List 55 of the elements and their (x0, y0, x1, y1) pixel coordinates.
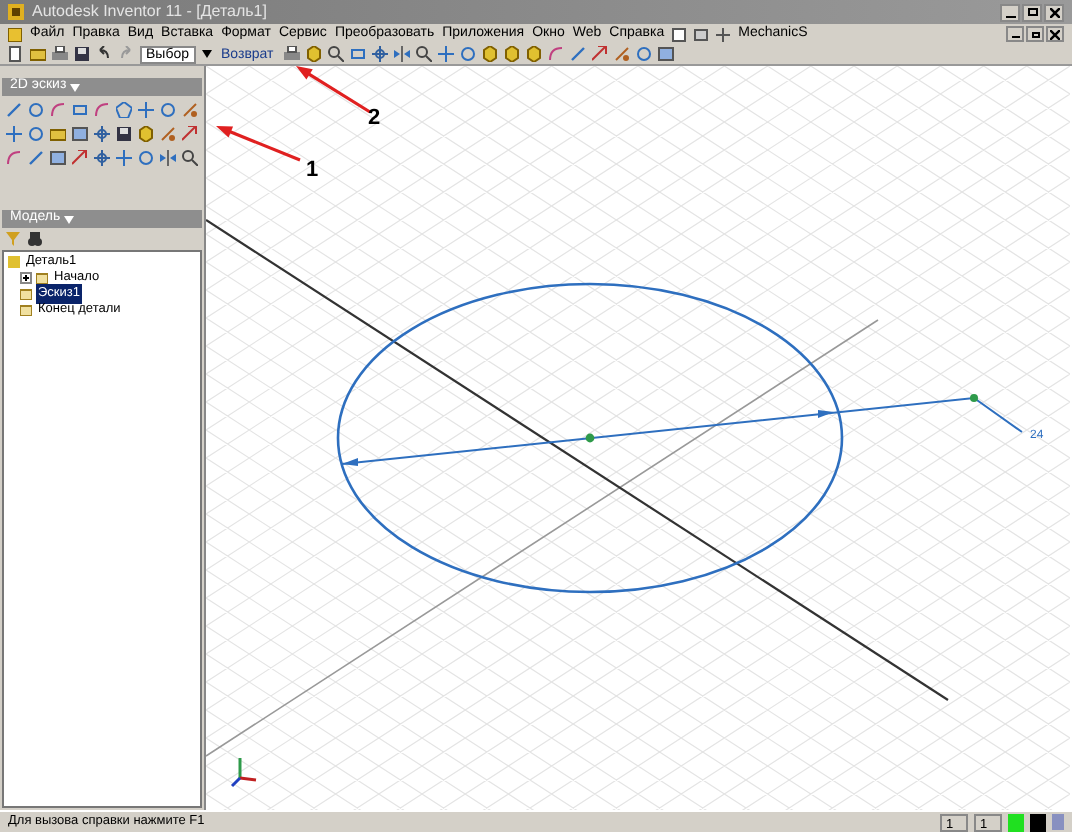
caret-icon[interactable] (201, 50, 211, 58)
endpoint-marker (970, 394, 978, 402)
window-title: Autodesk Inventor 11 - [Деталь1] (32, 0, 267, 24)
circle-icon[interactable] (28, 102, 44, 118)
zoom-icon[interactable] (327, 46, 344, 62)
arc-icon[interactable] (94, 102, 110, 118)
line-icon[interactable] (569, 46, 586, 62)
save-icon[interactable] (74, 46, 90, 62)
arc-icon[interactable] (50, 102, 66, 118)
rectangle-icon[interactable] (349, 46, 366, 62)
rectangle-icon[interactable] (72, 102, 88, 118)
minimize-button[interactable] (1000, 3, 1020, 21)
center-point (585, 433, 595, 443)
line-icon[interactable] (28, 150, 44, 166)
mirror-icon[interactable] (393, 46, 410, 62)
annotation-arrow (296, 66, 371, 114)
printer-icon[interactable] (283, 46, 300, 62)
app-icon (8, 4, 24, 20)
binoculars-icon[interactable] (28, 232, 42, 246)
undo-icon[interactable] (96, 46, 112, 62)
arc-icon[interactable] (6, 150, 22, 166)
annotation-arrow (216, 126, 301, 162)
new-page-icon[interactable] (8, 46, 24, 62)
zoom-icon[interactable] (182, 150, 198, 166)
expand-icon[interactable] (20, 272, 32, 284)
point-icon[interactable] (116, 150, 132, 166)
circle-icon[interactable] (138, 150, 154, 166)
printer-icon[interactable] (52, 46, 68, 62)
coordinate-triad-icon (230, 758, 257, 788)
restore-button[interactable] (1026, 26, 1044, 42)
circle-icon[interactable] (28, 126, 44, 142)
line-icon[interactable] (6, 102, 22, 118)
mirror-icon[interactable] (160, 150, 176, 166)
color-swatch (1030, 813, 1046, 831)
close-button[interactable] (1044, 3, 1064, 21)
maximize-button[interactable] (1022, 3, 1042, 21)
circle-icon[interactable] (160, 102, 176, 118)
annotation-number: 2 (368, 106, 381, 130)
color-swatch (1008, 813, 1024, 831)
close-button[interactable] (1046, 26, 1064, 42)
arc-icon[interactable] (547, 46, 564, 62)
point-icon[interactable] (437, 46, 454, 62)
plus-icon[interactable] (716, 27, 731, 41)
point-icon[interactable] (138, 102, 154, 118)
folder-icon[interactable] (50, 126, 66, 142)
circle-icon[interactable] (635, 46, 652, 62)
point-icon[interactable] (6, 126, 22, 142)
close-icon (1050, 29, 1060, 39)
circle-icon[interactable] (459, 46, 476, 62)
polygon-icon[interactable] (116, 102, 132, 118)
zoom-icon[interactable] (415, 46, 432, 62)
save-icon[interactable] (116, 126, 132, 142)
minimize-button[interactable] (1006, 26, 1024, 42)
close-icon (1049, 7, 1059, 17)
annotation-number: 1 (306, 158, 319, 182)
